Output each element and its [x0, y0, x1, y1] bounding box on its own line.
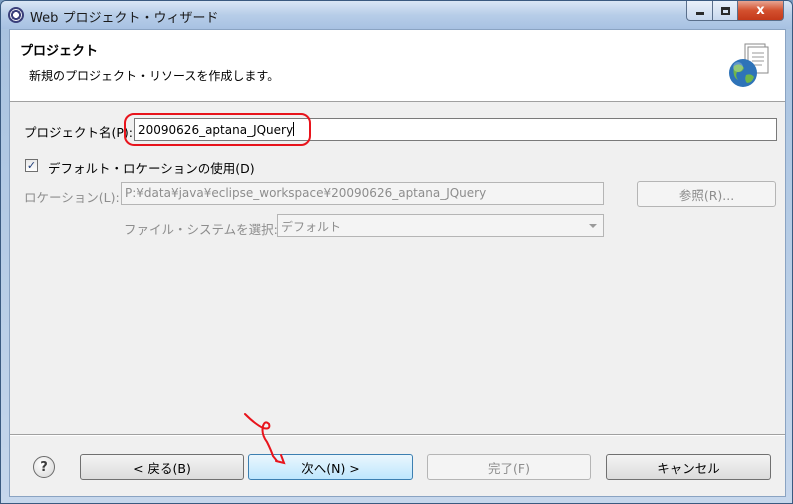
new-web-project-globe-icon — [729, 43, 769, 87]
wizard-client-area: プロジェクト 新規のプロジェクト・リソースを作成します。 プロジェクト名(P):… — [9, 29, 786, 497]
title-bar[interactable]: Web プロジェクト・ウィザード x — [1, 1, 792, 29]
cancel-button[interactable]: キャンセル — [606, 454, 771, 480]
close-button[interactable]: x — [737, 1, 784, 21]
help-button[interactable]: ? — [33, 456, 55, 478]
location-value: P:¥data¥java¥eclipse_workspace¥20090626_… — [125, 186, 487, 200]
maximize-icon — [720, 6, 730, 15]
filesystem-select[interactable]: デフォルト — [277, 214, 604, 237]
help-icon: ? — [40, 459, 48, 475]
minimize-icon — [695, 12, 704, 15]
window-title: Web プロジェクト・ウィザード — [30, 11, 219, 26]
default-location-checkbox[interactable]: ✓ — [25, 159, 38, 172]
chevron-down-icon — [589, 224, 597, 228]
back-button[interactable]: < 戻る(B) — [80, 454, 244, 480]
footer-separator — [10, 434, 785, 436]
page-title: プロジェクト — [20, 44, 99, 59]
checkmark-icon: ✓ — [26, 159, 37, 172]
maximize-button[interactable] — [712, 1, 738, 21]
location-label: ロケーション(L): — [24, 190, 120, 205]
annotation-highlight-ellipse — [124, 113, 311, 146]
next-button[interactable]: 次へ(N) > — [248, 454, 413, 480]
default-location-label[interactable]: デフォルト・ロケーションの使用(D) — [48, 158, 255, 177]
minimize-button[interactable] — [686, 1, 713, 21]
finish-button[interactable]: 完了(F) — [427, 454, 591, 480]
page-description: 新規のプロジェクト・リソースを作成します。 — [29, 69, 280, 83]
location-input[interactable]: P:¥data¥java¥eclipse_workspace¥20090626_… — [121, 182, 604, 205]
wizard-header: プロジェクト 新規のプロジェクト・リソースを作成します。 — [10, 30, 785, 102]
filesystem-label: ファイル・システムを選択: — [124, 222, 278, 237]
project-name-label: プロジェクト名(P): — [24, 125, 134, 140]
eclipse-icon — [8, 7, 24, 23]
browse-button[interactable]: 参照(R)... — [637, 181, 776, 207]
wizard-window: Web プロジェクト・ウィザード x プロジェクト 新規のプロジェクト・リソース… — [0, 0, 793, 504]
filesystem-value: デフォルト — [281, 220, 342, 234]
close-icon: x — [756, 3, 765, 18]
